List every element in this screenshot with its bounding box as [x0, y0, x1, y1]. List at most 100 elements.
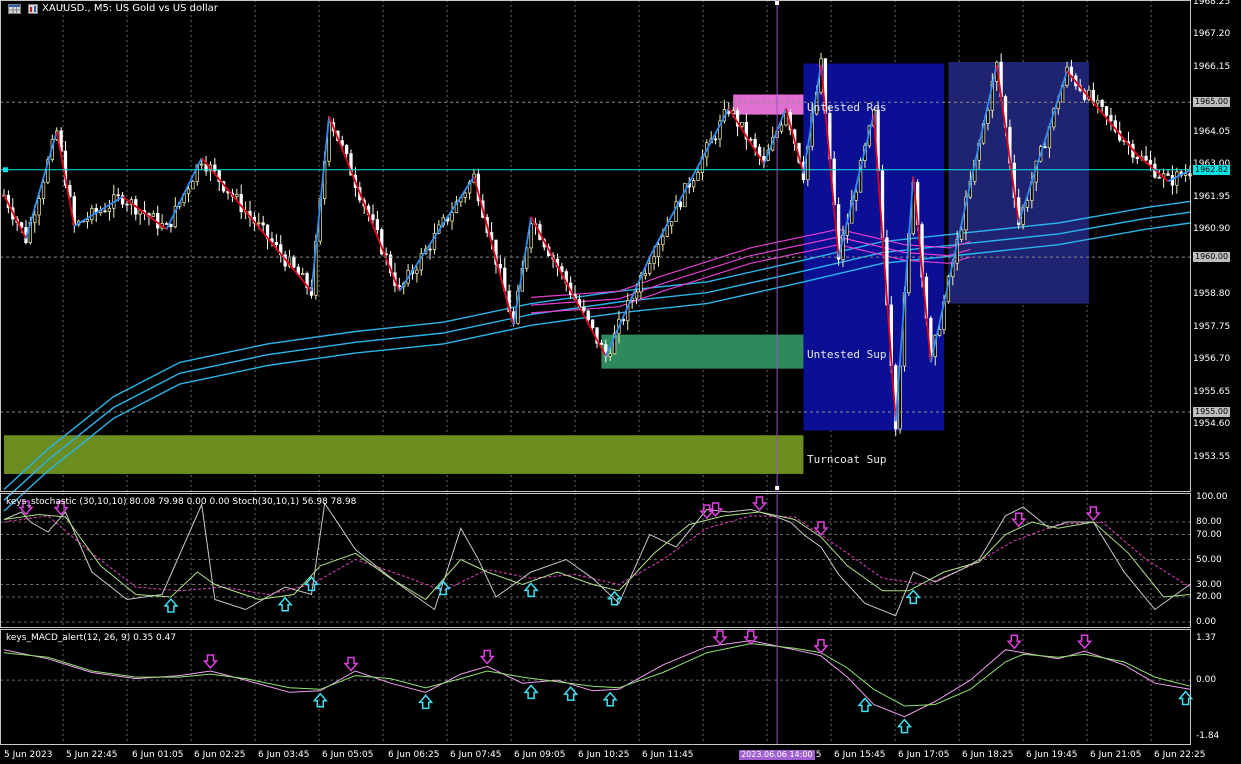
zigzag-down-leg — [1136, 154, 1169, 182]
stoch-scale-label: 0.00 — [1196, 617, 1217, 627]
price-tick-label: 1958.80 — [1193, 289, 1231, 300]
macd-buy-arrow-icon — [1177, 690, 1194, 706]
candle-body — [200, 163, 204, 166]
time-tick-label: 6 Jun 02:25 — [194, 750, 246, 760]
candle-body — [164, 223, 169, 225]
candle-body — [1148, 159, 1153, 165]
zigzag-down-leg — [785, 108, 805, 174]
candle-body — [634, 291, 639, 299]
zigzag-up-leg — [310, 116, 330, 292]
candle-body — [590, 319, 595, 329]
zone-untested-res — [733, 94, 804, 115]
candle-body — [344, 144, 349, 155]
price-tick-label: 1955.65 — [1193, 386, 1231, 397]
candle-body — [1157, 176, 1161, 179]
candle-body — [1043, 146, 1047, 149]
time-tick-label: 6 Jun 06:25 — [388, 750, 440, 760]
candle-body — [116, 194, 120, 197]
candle-body — [1100, 99, 1104, 107]
time-tick-label: 6 Jun 19:45 — [1026, 750, 1078, 760]
time-tick-label: 6 Jun 10:25 — [578, 750, 630, 760]
candle-body — [85, 219, 90, 222]
candle-body — [1025, 200, 1030, 208]
candle-body — [463, 192, 467, 198]
candle-body — [696, 172, 700, 181]
time-tick-label: 6 Jun 11:45 — [642, 750, 694, 760]
stoch-buy-arrow-icon — [523, 582, 539, 598]
stochastic-title: keys_stochastic (30,10,10) 80.08 79.98 0… — [6, 497, 357, 507]
candle-body — [643, 273, 647, 276]
time-tick-label: 6 Jun 03:45 — [258, 750, 310, 760]
price-tick-label: 1967.20 — [1193, 29, 1231, 40]
candle-body — [608, 353, 612, 357]
crosshair-handle-bottom — [775, 486, 780, 490]
candle-body — [371, 214, 375, 220]
zone-label-turncoat-sup: Turncoat Sup — [807, 453, 887, 466]
zigzag-up-leg — [73, 195, 124, 227]
stoch-sell-arrow-icon — [1085, 506, 1101, 522]
macd-buy-arrow-icon — [418, 694, 434, 710]
stoch-buy-arrow-icon — [277, 596, 293, 612]
time-tick-label: 6 Jun 17:05 — [898, 750, 950, 760]
candle-body — [428, 248, 432, 251]
time-tick-label: 6 Jun 18:25 — [962, 750, 1014, 760]
macd-sell-arrow-icon — [1076, 634, 1093, 650]
macd-scale-label: 1.37 — [1196, 633, 1217, 644]
zigzag-down-leg — [473, 176, 515, 326]
zigzag-up-leg — [165, 157, 203, 230]
candle-body — [683, 182, 687, 208]
candle-body — [586, 310, 590, 321]
zone-label-untested-sup: Untested Sup — [807, 348, 887, 361]
crosshair-handle-top — [775, 1, 780, 5]
candle-body — [41, 181, 46, 199]
time-tick-label: 6 Jun 15:45 — [834, 750, 886, 760]
stoch-scale-label: 100.00 — [1196, 492, 1228, 502]
macd-pane — [3, 630, 1194, 734]
candle-body — [1144, 155, 1148, 161]
price-tick-label: 1960.00 — [1193, 252, 1231, 263]
stochastic-pane — [3, 496, 1191, 617]
price-tick-label: 1957.75 — [1193, 321, 1231, 332]
chart-window[interactable]: XAUUSD., M5: US Gold vs US dollar Untest… — [0, 0, 1241, 764]
candle-body — [37, 198, 41, 216]
candle-body — [599, 342, 604, 345]
candle-body — [661, 236, 665, 245]
stoch-buy-arrow-icon — [163, 597, 179, 613]
price-tick-label: 1954.60 — [1193, 419, 1231, 430]
time-tick-label: 6 Jun 01:05 — [132, 750, 184, 760]
candle-body — [749, 138, 753, 141]
stoch-signal-line — [3, 511, 1191, 601]
price-tick-label: 1968.25 — [1193, 0, 1231, 7]
zigzag-down-leg — [328, 115, 401, 292]
macd-pane-frame — [0, 629, 1191, 745]
price-tick-label: 1961.95 — [1193, 191, 1231, 202]
candle-body — [186, 188, 191, 195]
zigzag-down-leg — [200, 157, 313, 292]
macd-buy-arrow-icon — [896, 718, 913, 734]
price-tick-label: 1966.15 — [1193, 61, 1231, 72]
macd-sell-arrow-icon — [202, 654, 219, 670]
candle-body — [498, 263, 503, 269]
candle-body — [301, 273, 305, 276]
table-grid-icon[interactable] — [8, 4, 21, 14]
macd-sell-arrow-icon — [813, 639, 829, 654]
candle-body — [191, 181, 195, 190]
zigzag-up-leg — [512, 216, 532, 326]
zone-untested-sup — [601, 334, 804, 369]
macd-sell-arrow-icon — [343, 656, 359, 672]
macd-scale-label: -1.84 — [1196, 731, 1220, 742]
price-tick-label: 1955.00 — [1193, 407, 1231, 417]
price-tick-label: 1962.82 — [1193, 164, 1231, 175]
candle-body — [691, 180, 696, 188]
chart-canvas[interactable] — [0, 0, 1241, 764]
candle-body — [33, 214, 37, 223]
candle-body — [582, 306, 586, 312]
mt5-chart-icon[interactable] — [28, 4, 38, 14]
stoch-scale-label: 80.00 — [1196, 517, 1222, 527]
time-tick-label: 5 Jun 2023 — [4, 750, 53, 760]
price-tick-label: 1956.70 — [1193, 354, 1231, 365]
zigzag-up-leg — [648, 108, 730, 258]
macd-buy-arrow-icon — [312, 692, 328, 708]
candle-body — [648, 263, 652, 274]
time-tick-label: 6 Jun 09:05 — [514, 750, 566, 760]
